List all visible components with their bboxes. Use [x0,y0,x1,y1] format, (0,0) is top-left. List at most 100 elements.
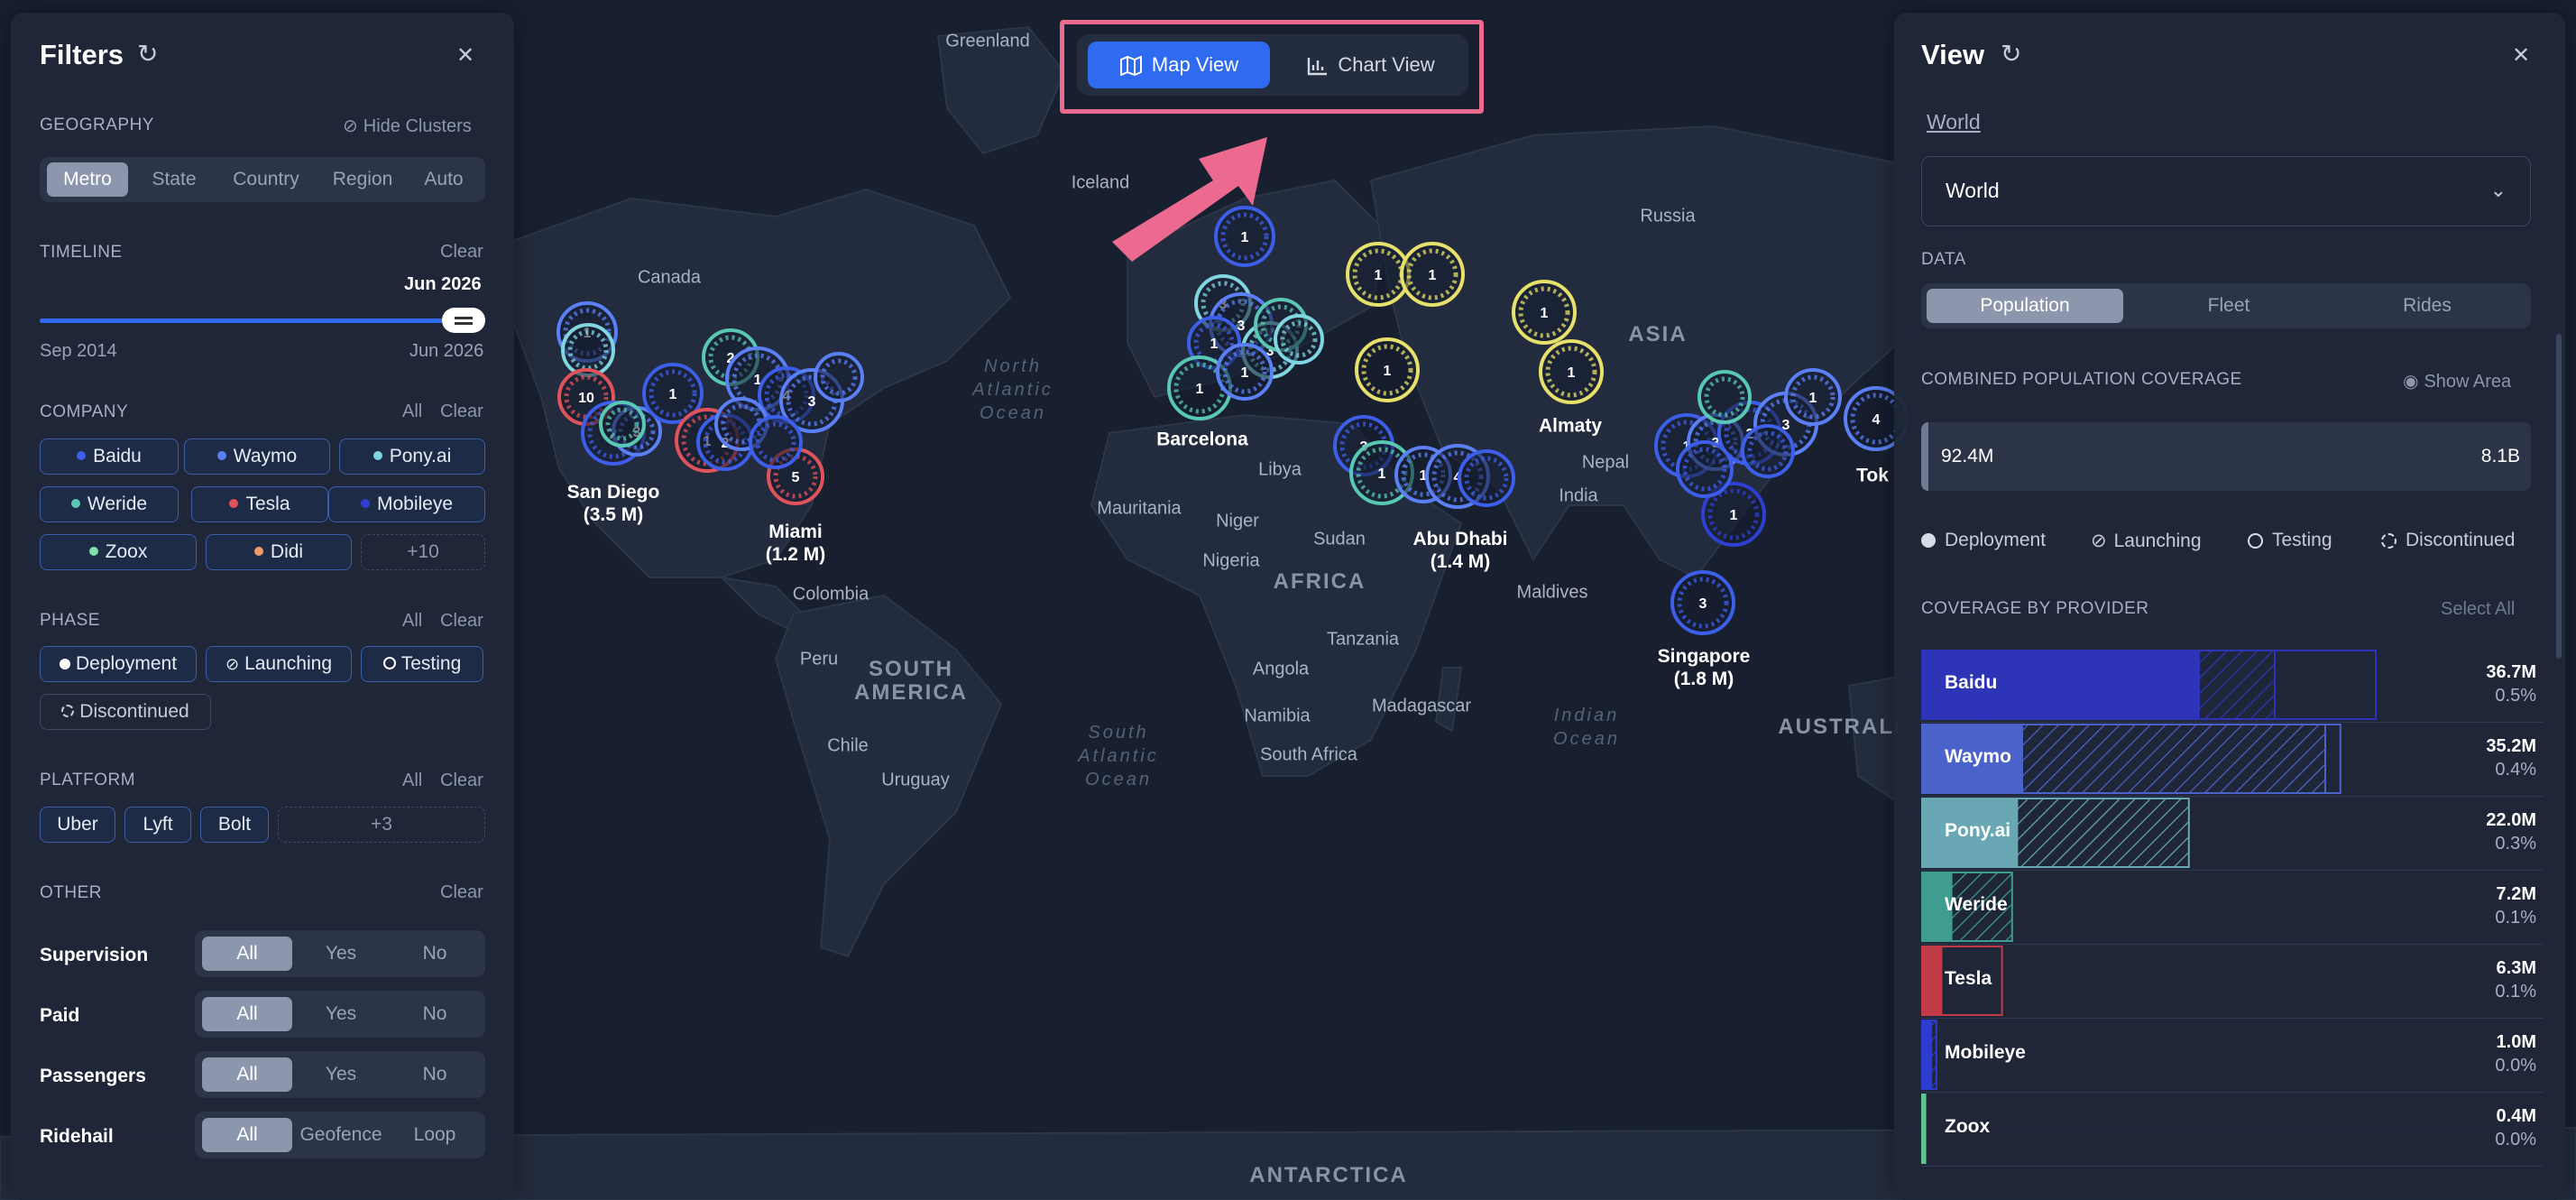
provider-row-mobileye[interactable]: Mobileye 1.0M 0.0% [1921,1018,2544,1093]
option-yes[interactable]: Yes [296,937,386,971]
cluster-marker[interactable] [1274,314,1324,365]
option-loop[interactable]: Loop [390,1118,480,1152]
city-label-abu-dhabi: Abu Dhabi (1.4 M) [1412,529,1508,572]
company-chip-baidu[interactable]: Baidu [40,438,179,475]
close-filters-icon[interactable]: ✕ [456,43,474,69]
provider-row-tesla[interactable]: Tesla 6.3M 0.1% [1921,944,2544,1019]
provider-row-weride[interactable]: Weride 7.2M 0.1% [1921,870,2544,945]
geo-option-auto[interactable]: Auto [409,162,478,197]
option-no[interactable]: No [390,997,480,1031]
cluster-count: 1 [1541,306,1549,321]
legend-launching: ⊘ Launching [2091,531,2202,551]
geo-option-country[interactable]: Country [216,162,316,197]
timeline-track[interactable] [40,318,485,323]
option-yes[interactable]: Yes [296,997,386,1031]
provider-bar-testing [2324,724,2341,794]
cluster-marker[interactable] [1697,370,1752,424]
geography-segmented: Metro State Country Region Auto [40,157,485,202]
close-view-icon[interactable]: ✕ [2512,43,2530,69]
hide-clusters-button[interactable]: ⊘ Hide Clusters [343,115,472,137]
breadcrumb[interactable]: World [1927,110,1981,134]
platform-more-chip[interactable]: +3 [278,807,485,843]
provider-row-zoox[interactable]: Zoox 0.4M 0.0% [1921,1092,2544,1167]
platform-chip-lyft[interactable]: Lyft [124,807,191,843]
phase-chip-deployment[interactable]: Deployment [40,646,197,682]
company-chip-tesla[interactable]: Tesla [191,486,328,522]
cluster-marker[interactable] [1458,449,1515,507]
geo-option-metro[interactable]: Metro [47,162,128,197]
platform-chip-bolt[interactable]: Bolt [200,807,269,843]
provider-row-waymo[interactable]: Waymo 35.2M 0.4% [1921,722,2544,797]
company-chip-ponyai[interactable]: Pony.ai [339,438,485,475]
option-all[interactable]: All [202,1118,292,1152]
other-row-label-passengers: Passengers [40,1066,146,1086]
platform-chip-uber[interactable]: Uber [40,807,115,843]
deployment-icon [59,659,70,669]
provider-value: 1.0M [2496,1032,2536,1052]
provider-row-baidu[interactable]: Baidu 36.7M 0.5% [1921,648,2544,723]
platform-clear[interactable]: Clear [440,771,483,791]
cluster-marker[interactable] [599,401,646,448]
cluster-marker[interactable]: 1 [1400,242,1465,307]
cluster-marker[interactable]: 1 [1355,337,1420,402]
company-chip-mobileye[interactable]: Mobileye [328,486,485,522]
company-chip-didi[interactable]: Didi [206,534,352,570]
option-no[interactable]: No [390,937,480,971]
reset-view-icon[interactable]: ↻ [2001,42,2021,67]
cluster-marker[interactable] [749,415,803,469]
cluster-marker[interactable] [814,352,864,402]
option-all[interactable]: All [202,1057,292,1092]
company-clear[interactable]: Clear [440,402,483,422]
select-all-button[interactable]: Select All [2441,599,2515,620]
region-dropdown[interactable]: World ⌄ [1921,156,2531,226]
phase-chip-discontinued[interactable]: Discontinued [40,694,211,730]
company-chip-waymo[interactable]: Waymo [184,438,330,475]
phase-chip-launching[interactable]: ⊘ Launching [206,646,352,682]
company-more-chip[interactable]: +10 [361,534,485,570]
timeline-thumb[interactable] [442,308,485,333]
company-all[interactable]: All [402,402,422,422]
right-panel-scrollbar[interactable] [2556,334,2562,659]
cluster-count: 1 [1241,365,1249,381]
option-yes[interactable]: Yes [296,1057,386,1092]
option-geofence[interactable]: Geofence [296,1118,386,1152]
timeline-clear[interactable]: Clear [440,242,483,263]
reset-filters-icon[interactable]: ↻ [137,42,158,67]
cluster-marker[interactable] [561,323,615,377]
other-clear[interactable]: Clear [440,882,483,903]
platform-all[interactable]: All [402,771,422,791]
provider-value: 22.0M [2486,810,2536,830]
other-row-label-paid: Paid [40,1005,80,1026]
cluster-marker[interactable]: 1 [1346,242,1411,307]
company-label: COMPANY [40,402,129,421]
cluster-marker[interactable]: 1 [1784,368,1842,426]
geo-option-state[interactable]: State [133,162,215,197]
provider-bar-launching [2198,650,2276,720]
legend-discontinued: Discontinued [2381,530,2515,551]
tab-fleet[interactable]: Fleet [2130,289,2327,323]
phase-clear[interactable]: Clear [440,611,483,632]
provider-row-ponyai[interactable]: Pony.ai 22.0M 0.3% [1921,796,2544,871]
cluster-marker[interactable]: 1 [1216,343,1274,401]
tab-population[interactable]: Population [1927,289,2123,323]
tab-rides[interactable]: Rides [2329,289,2525,323]
phase-all[interactable]: All [402,611,422,632]
geo-option-region[interactable]: Region [317,162,408,197]
company-chip-weride[interactable]: Weride [40,486,179,522]
option-no[interactable]: No [390,1057,480,1092]
cluster-marker[interactable]: 1 [1539,339,1604,404]
cluster-marker[interactable] [1676,440,1734,498]
eye-icon: ◉ [2403,372,2419,392]
show-area-button[interactable]: ◉ Show Area [2403,370,2511,392]
other-row-toggle-paid: All Yes No [195,991,485,1038]
city-label-barcelona: Barcelona [1156,429,1248,450]
phase-chip-testing[interactable]: Testing [361,646,483,682]
option-all[interactable]: All [202,997,292,1031]
company-chip-zoox[interactable]: Zoox [40,534,197,570]
cluster-marker[interactable]: 1 [1512,280,1577,345]
provider-percent: 0.3% [2495,834,2536,854]
phase-label: PHASE [40,611,100,630]
option-all[interactable]: All [202,937,292,971]
cluster-marker[interactable]: 3 [1670,570,1735,635]
cluster-marker[interactable] [1741,424,1795,478]
